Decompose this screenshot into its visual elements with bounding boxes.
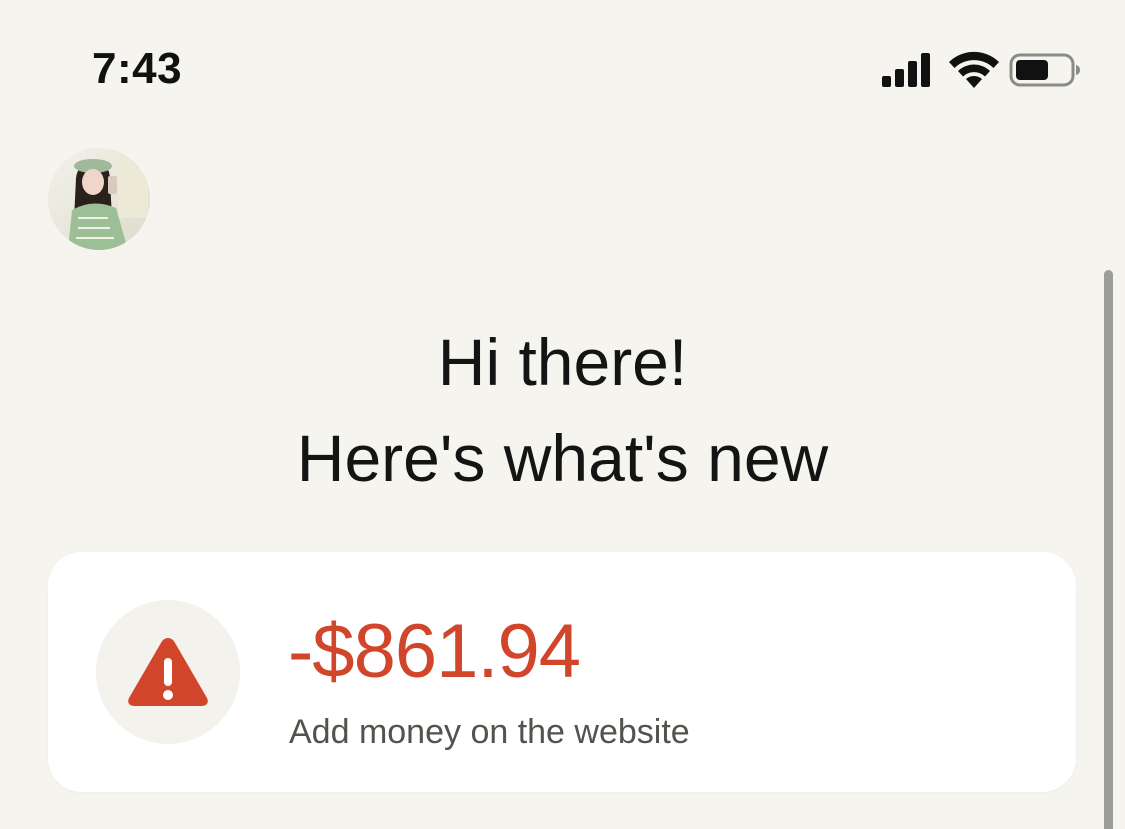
battery-icon <box>1009 53 1080 87</box>
avatar-photo <box>48 148 150 250</box>
signal-icon <box>882 53 930 87</box>
warning-icon-circle <box>96 600 240 744</box>
greeting-heading: Hi there! Here's what's new <box>0 314 1125 506</box>
avatar[interactable] <box>48 148 150 250</box>
greeting-line-2: Here's what's new <box>296 421 829 495</box>
balance-amount: -$861.94 <box>288 609 581 694</box>
negative-balance-card[interactable]: -$861.94 Add money on the website <box>48 552 1076 792</box>
home-screen: 7:43 Hi there! Here's what's new -$861.9… <box>0 0 1125 829</box>
add-money-message: Add money on the website <box>289 713 690 751</box>
greeting-line-1: Hi there! <box>437 325 688 399</box>
wifi-icon <box>949 51 999 88</box>
warning-icon <box>128 638 208 706</box>
status-time: 7:43 <box>92 44 183 93</box>
status-icons <box>880 48 1085 92</box>
